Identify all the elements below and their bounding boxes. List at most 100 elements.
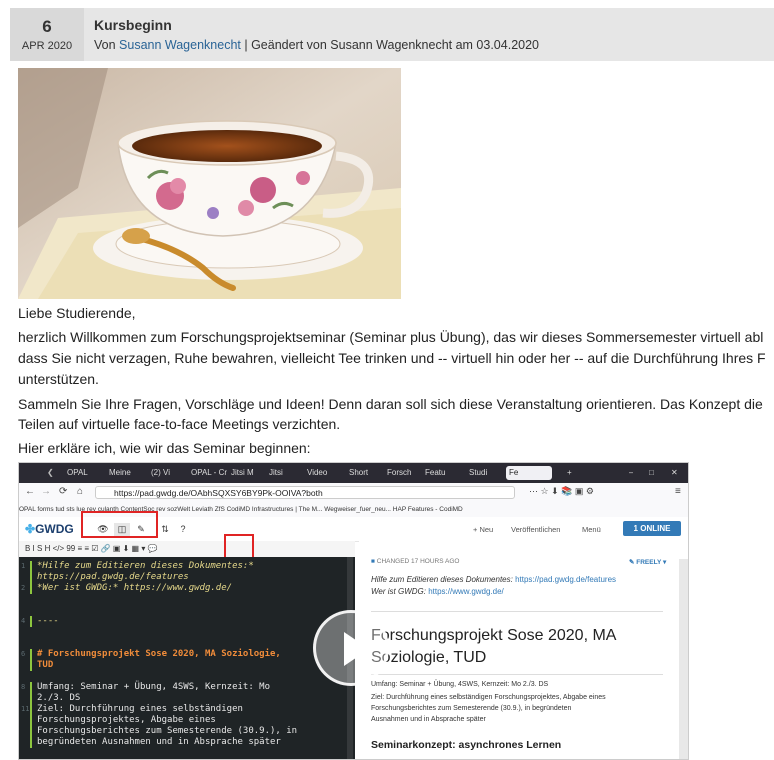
tab-1[interactable]: OPAL — [67, 466, 88, 480]
editor-line: ---- — [37, 616, 59, 626]
editor-line: begründeten Ausnahmen und in Absprache s… — [37, 737, 281, 747]
gwdg-logo: ✤GWDG — [25, 522, 74, 536]
paragraph-2-line-2: Teilen auf virtuelle face-to-face Meetin… — [18, 416, 341, 432]
preview-umfang: Umfang: Seminar + Übung, 4SWS, Kernzeit:… — [371, 681, 549, 688]
line-marker — [30, 737, 32, 748]
permission-dropdown[interactable]: ✎ FREELY ▾ — [629, 558, 666, 566]
online-users-button[interactable]: 1 ONLINE — [623, 521, 681, 536]
play-icon — [344, 632, 369, 666]
tab-10[interactable]: Featu — [425, 466, 445, 480]
help-link[interactable]: https://pad.gwdg.de/features — [515, 575, 616, 584]
post-header: 6 APR 2020 Kursbeginn Von Susann Wagenkn… — [10, 8, 774, 61]
address-bar[interactable]: https://pad.gwdg.de/OAbhSQXSY6BY9Pk-OOIV… — [95, 486, 515, 499]
preview-ziel-line-2: Forschungsberichtes zum Semesterende (30… — [371, 705, 572, 712]
browser-nav-bar: ← → ⟳ ⌂ https://pad.gwdg.de/OAbhSQXSY6BY… — [19, 483, 688, 504]
line-marker — [30, 649, 32, 660]
editor-line: Forschungsberichtes zum Semesterende (30… — [37, 726, 298, 736]
preview-heading-rule — [371, 674, 663, 675]
tab-back-icon[interactable]: ❮ — [47, 466, 54, 480]
line-marker — [30, 726, 32, 737]
date-day: 6 — [42, 17, 52, 36]
editor-line: TUD — [37, 660, 54, 670]
browser-tab-bar: ❮ OPAL Meine (2) Vi OPAL - Cr Jitsi M Ji… — [19, 463, 688, 483]
line-marker — [30, 572, 32, 583]
logo-text: GWDG — [35, 522, 74, 536]
changed-label: ■ CHANGED 17 HOURS AGO — [371, 558, 459, 565]
tab-9[interactable]: Forsch — [387, 466, 411, 480]
greeting: Liebe Studierende, — [18, 305, 136, 321]
teacup-image — [18, 68, 401, 299]
help-label: Hilfe zum Editieren dieses Dokumentes: — [371, 575, 516, 584]
line-marker — [30, 682, 32, 693]
tab-4[interactable]: OPAL - Cr — [191, 466, 227, 480]
paragraph-1-line-3: unterstützen. — [18, 371, 99, 387]
close-window-icon[interactable]: ✕ — [671, 466, 678, 480]
tab-8[interactable]: Short — [349, 466, 368, 480]
gwdg-label: Wer ist GWDG: — [371, 587, 429, 596]
forward-arrow-icon[interactable]: → — [41, 486, 51, 497]
editor-line: Forschungsprojektes, Abgabe eines — [37, 715, 216, 725]
permission-text: FREELY — [636, 559, 662, 566]
tab-11[interactable]: Studi — [469, 466, 487, 480]
toolbar-icons[interactable]: ⋯ ☆ ⬇ 📚 ▣ ⚙ — [529, 486, 594, 497]
preview-divider — [371, 611, 663, 612]
tab-3[interactable]: (2) Vi — [151, 466, 170, 480]
logo-mark-icon: ✤ — [25, 522, 36, 536]
video-embed[interactable]: ❮ OPAL Meine (2) Vi OPAL - Cr Jitsi M Ji… — [18, 462, 689, 760]
reload-icon[interactable]: ⟳ — [59, 486, 67, 497]
editor-line: *Hilfe zum Editieren dieses Dokumentes:* — [37, 561, 254, 571]
line-marker — [30, 561, 32, 572]
changed-text: CHANGED 17 HOURS AGO — [376, 558, 460, 565]
doc-icon: ■ — [371, 558, 375, 565]
line-number: 11 — [21, 705, 30, 713]
line-marker — [30, 583, 32, 594]
editor-line: # Forschungsprojekt Sose 2020, MA Soziol… — [37, 649, 281, 659]
preview-pane: ■ CHANGED 17 HOURS AGO ✎ FREELY ▾ Hilfe … — [359, 541, 688, 759]
menu-icon[interactable]: ≡ — [675, 486, 681, 497]
menu-button[interactable]: Menü — [582, 525, 601, 534]
editor-line: Umfang: Seminar + Übung, 4SWS, Kernzeit:… — [37, 682, 270, 692]
format-bar[interactable]: B I S H </> 99 ≡ ≡ ☑ 🔗 ▣ ⬇ ▦ ▾ 💬 — [19, 541, 355, 558]
post-meta: Von Susann Wagenknecht | Geändert von Su… — [94, 38, 539, 52]
author-link[interactable]: Susann Wagenknecht — [119, 38, 241, 52]
back-arrow-icon[interactable]: ← — [25, 486, 35, 497]
line-number: 2 — [21, 584, 26, 592]
editor-line: https://pad.gwdg.de/features — [37, 572, 189, 582]
maximize-icon[interactable]: □ — [649, 466, 654, 480]
help-icon[interactable]: ? — [175, 523, 191, 536]
tab-6[interactable]: Jitsi — [269, 466, 283, 480]
editor-line: *Wer ist GWDG:* https://www.gwdg.de/ — [37, 583, 233, 593]
highlight-mode-buttons — [81, 511, 158, 538]
preview-subheading: Seminarkonzept: asynchrones Lernen — [371, 739, 562, 751]
tab-2[interactable]: Meine — [109, 466, 131, 480]
tab-5[interactable]: Jitsi M — [231, 466, 254, 480]
markdown-editor[interactable]: 1 *Hilfe zum Editieren dieses Dokumentes:… — [19, 557, 355, 759]
meta-prefix: Von — [94, 38, 120, 52]
format-buttons[interactable]: B I S H </> 99 ≡ ≡ ☑ 🔗 ▣ ⬇ ▦ ▾ 💬 — [19, 544, 158, 553]
post-title: Kursbeginn — [94, 17, 172, 33]
meta-suffix: | Geändert von Susann Wagenknecht am 03.… — [240, 38, 539, 52]
line-marker — [30, 693, 32, 704]
gwdg-link[interactable]: https://www.gwdg.de/ — [428, 587, 504, 596]
publish-button[interactable]: Veröffentlichen — [511, 525, 560, 534]
preview-scrollbar[interactable] — [679, 559, 688, 759]
line-number: 6 — [21, 650, 26, 658]
new-button[interactable]: + Neu — [473, 525, 493, 534]
home-icon[interactable]: ⌂ — [77, 486, 83, 497]
line-number: 4 — [21, 617, 26, 625]
preview-ziel-line-1: Ziel: Durchführung eines selbständigen F… — [371, 694, 606, 701]
share-icon[interactable]: ⇅ — [157, 523, 173, 536]
line-marker — [30, 660, 32, 671]
tab-7[interactable]: Video — [307, 466, 327, 480]
play-button[interactable] — [313, 610, 389, 686]
date-box: 6 APR 2020 — [10, 8, 84, 61]
tab-active[interactable]: Fe — [506, 466, 552, 480]
paragraph-1-line-1: herzlich Willkommen zum Forschungsprojek… — [18, 329, 764, 345]
new-tab-icon[interactable]: + — [567, 466, 572, 480]
line-number: 1 — [21, 562, 26, 570]
preview-ziel-line-3: Ausnahmen und in Absprache später — [371, 716, 486, 723]
editor-line: 2./3. DS — [37, 693, 81, 703]
minimize-icon[interactable]: – — [629, 466, 633, 480]
help-line: Hilfe zum Editieren dieses Dokumentes: h… — [371, 575, 616, 584]
preview-heading-line-1: Forschungsprojekt Sose 2020, MA — [371, 627, 617, 644]
